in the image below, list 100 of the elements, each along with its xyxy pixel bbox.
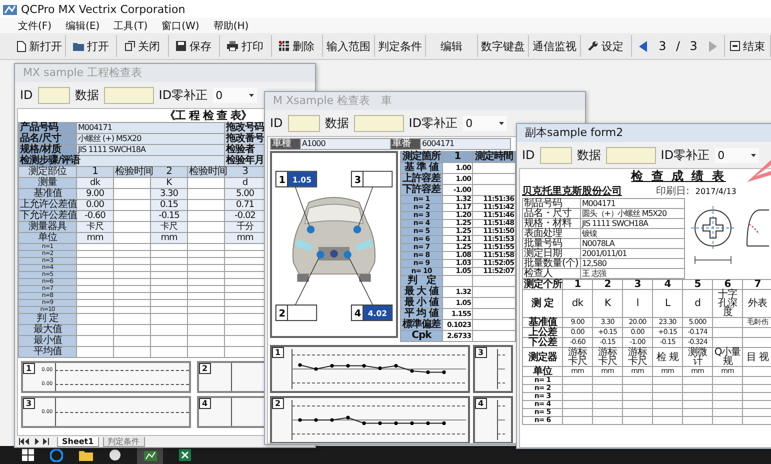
row-label: 品名・尺寸	[522, 208, 580, 218]
toolbar-button[interactable]: 编辑	[426, 35, 478, 57]
browser-icon[interactable]	[50, 448, 63, 462]
print-date-label: 印刷日:	[656, 184, 690, 198]
dropdown[interactable]: 0	[462, 116, 507, 130]
row-label: 最小值	[18, 336, 76, 346]
table-cell: K	[592, 290, 622, 318]
callout-box	[350, 304, 393, 322]
sheet-tab[interactable]: Sheet1	[57, 436, 99, 446]
caret-icon	[248, 94, 254, 96]
measurement-point	[344, 250, 352, 259]
page-number: 3	[658, 39, 666, 53]
toolbar-button[interactable]: 保存	[168, 35, 220, 57]
row-label: 规格・材料	[522, 218, 580, 228]
window-title: 副本sample form2	[517, 124, 771, 142]
table-cell: 車番	[390, 138, 420, 150]
toolbar-button[interactable]: 打印	[220, 35, 272, 57]
row-label: 下公差	[522, 338, 562, 348]
id-field[interactable]	[540, 146, 572, 164]
toolbar-button[interactable]: 删除	[272, 35, 323, 57]
table-cell: 車種	[270, 138, 300, 150]
windows-icon[interactable]	[22, 449, 34, 461]
chart-number: 1	[23, 363, 35, 374]
row-label: 产品号码	[18, 122, 76, 134]
field-label: 数据	[324, 114, 349, 132]
toolbar-button[interactable]: 设定	[580, 35, 632, 57]
row-label: 最 小 値	[400, 298, 442, 308]
table-cell: A1000	[300, 138, 390, 150]
data-field[interactable]	[104, 86, 154, 104]
trend-chart	[496, 400, 505, 440]
data-field[interactable]	[606, 146, 656, 164]
toolbar-button[interactable]: 新打开	[14, 35, 66, 57]
column-header: 6	[712, 280, 742, 290]
table-cell: d	[682, 290, 712, 318]
right-triangle-icon	[709, 40, 718, 52]
folder-icon	[72, 41, 84, 51]
row-label: 最 大 値	[400, 286, 442, 298]
toolbar-button[interactable]: 判定条件	[374, 35, 426, 57]
table-cell: M004171	[580, 198, 684, 208]
row-label: 测量	[18, 178, 76, 188]
id-field[interactable]	[38, 86, 70, 104]
settings-icon	[588, 41, 598, 51]
field-label: ID零补正	[408, 114, 458, 132]
menu-item[interactable]: 帮助(H)	[213, 18, 249, 32]
table-cell: l	[622, 290, 652, 318]
print-icon	[227, 41, 238, 51]
callout-value: 1.05	[292, 176, 312, 184]
measurement-point	[353, 226, 362, 234]
toolbar-button[interactable]: 打开	[66, 35, 117, 57]
column-header: 4	[652, 280, 682, 290]
dropdown[interactable]: 0	[714, 148, 759, 162]
toolbar-button[interactable]: 通信监视	[529, 35, 580, 57]
table-cell: 12,580	[580, 258, 684, 268]
menu-item[interactable]: 编辑(E)	[66, 18, 100, 32]
table-cell: 游标卡尺	[622, 348, 652, 366]
close-icon	[124, 41, 135, 51]
column-header: 检验时间	[114, 166, 150, 178]
column-header: 检验时间	[188, 166, 224, 178]
row-label: 表面处理	[522, 228, 580, 238]
data-field[interactable]	[354, 114, 404, 132]
table-cell: JIS 1111 SWCH18A	[580, 218, 684, 228]
column-header: 2	[592, 280, 622, 290]
page-separator: /	[676, 39, 680, 53]
toolbar-button[interactable]: 输入范围	[323, 35, 374, 57]
window-title: QCPro MX Vectrix Corporation	[21, 2, 186, 16]
row-label: 测定器	[522, 348, 562, 366]
column-header: 測定時間	[472, 152, 516, 162]
print-date: 2017/4/13	[695, 186, 736, 196]
chart-number: 3	[475, 347, 487, 358]
app-icon[interactable]	[109, 449, 121, 461]
id-field[interactable]	[288, 114, 320, 132]
row-label: 上公差	[522, 328, 562, 338]
row-label: 下許容差	[400, 184, 442, 196]
toolbar-button[interactable]: 数字键盘	[478, 35, 529, 57]
spreadsheet-icon[interactable]	[179, 449, 191, 461]
callout-number: 2	[278, 308, 286, 320]
menu-item[interactable]: 窗口(W)	[162, 18, 200, 32]
row-label: Cpk	[400, 330, 442, 342]
row-label: 最大值	[18, 324, 76, 336]
field-label: ID零补正	[158, 86, 208, 104]
toolbar-button[interactable]: 关闭	[117, 35, 168, 57]
row-label: 平均值	[18, 346, 76, 358]
previous-page-button[interactable]	[636, 38, 649, 54]
caret-icon	[498, 122, 504, 124]
column-header: 3	[622, 280, 652, 290]
end-button[interactable]: 结束	[725, 35, 771, 57]
sheet-tab[interactable]: 判定条件	[102, 436, 145, 446]
app-icon	[3, 3, 17, 15]
dropdown[interactable]: 0	[212, 88, 257, 102]
table-cell: 6004171	[420, 138, 510, 150]
chart-app-icon[interactable]	[144, 449, 156, 461]
row-label: 基准值	[522, 318, 562, 328]
callout-number: 1	[278, 174, 286, 186]
callout-box	[350, 170, 393, 188]
window-title: MX sample 工程检查表	[15, 64, 315, 82]
menu-item[interactable]: 工具(T)	[114, 18, 148, 32]
chart-number: 4	[475, 398, 487, 409]
callout-number: 3	[354, 174, 362, 186]
field-label: ID	[270, 116, 283, 130]
menu-item[interactable]: 文件(F)	[18, 18, 52, 32]
